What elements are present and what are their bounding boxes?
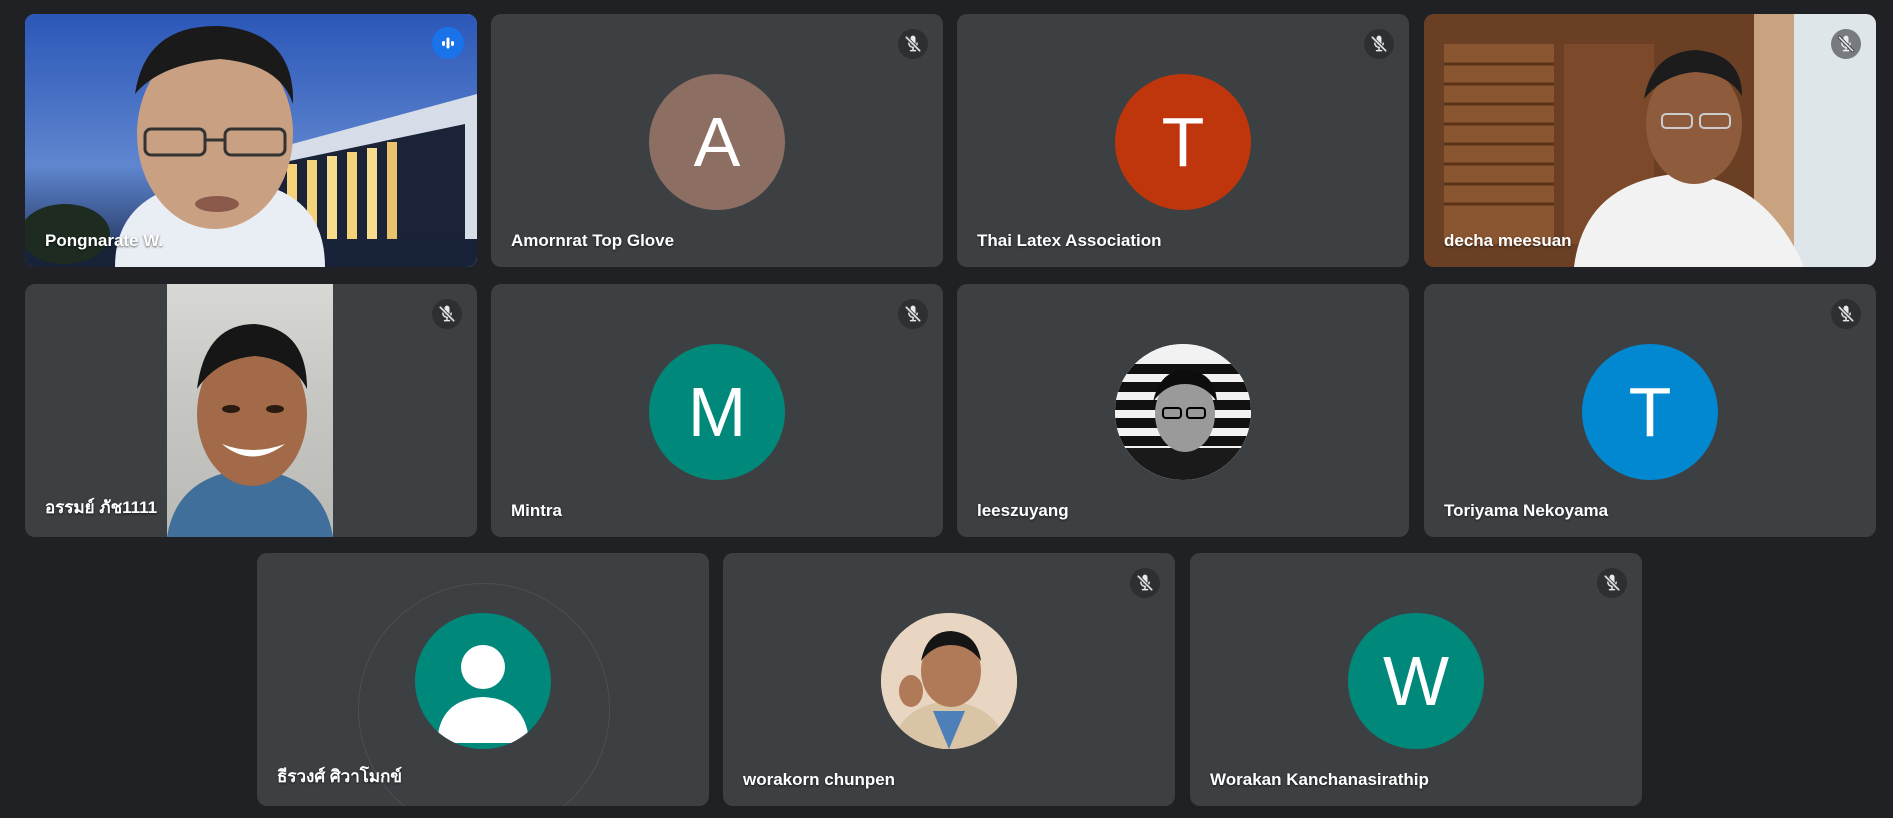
mic-off-icon xyxy=(1836,34,1856,54)
participant-video xyxy=(167,284,333,537)
participant-name: Toriyama Nekoyama xyxy=(1444,501,1609,520)
profile-photo xyxy=(881,613,1017,749)
participant-name: leeszuyang xyxy=(977,501,1069,520)
participant-name: decha meesuan xyxy=(1444,231,1572,250)
participant-video xyxy=(1424,14,1876,267)
avatar-initial: T xyxy=(1628,373,1672,451)
avatar: T xyxy=(1115,74,1251,210)
participant-tile-teerawong[interactable]: ธีรวงศ์ ศิวาโมกข์ xyxy=(257,553,709,806)
participant-tile-worakorn[interactable]: worakorn chunpen xyxy=(723,553,1175,806)
participant-tile-worakan[interactable]: W Worakan Kanchanasirathip xyxy=(1190,553,1642,806)
mute-indicator xyxy=(1130,568,1160,598)
participant-name: worakorn chunpen xyxy=(743,770,896,789)
avatar-initial: T xyxy=(1161,103,1205,181)
participant-tile-leeszuyang[interactable]: leeszuyang xyxy=(957,284,1409,537)
mic-off-icon xyxy=(1369,34,1389,54)
participant-name: Thai Latex Association xyxy=(977,231,1162,250)
mute-indicator xyxy=(432,299,462,329)
profile-photo xyxy=(1115,344,1251,480)
mute-indicator xyxy=(1364,29,1394,59)
participant-tile-anrom[interactable]: อรรมย์ ภัช1111 xyxy=(25,284,477,537)
mic-off-icon xyxy=(903,304,923,324)
mute-indicator xyxy=(1831,29,1861,59)
mic-off-icon xyxy=(437,304,457,324)
participant-name: อรรมย์ ภัช1111 xyxy=(45,498,158,517)
participant-name: ธีรวงศ์ ศิวาโมกข์ xyxy=(277,767,403,786)
participant-name: Amornrat Top Glove xyxy=(511,231,675,250)
participant-tile-pongnarate[interactable]: Pongnarate W. xyxy=(25,14,477,267)
mic-off-icon xyxy=(1135,573,1155,593)
mic-off-icon xyxy=(1836,304,1856,324)
audio-bars-icon xyxy=(442,37,454,49)
mute-indicator xyxy=(898,29,928,59)
participant-name: Mintra xyxy=(511,501,562,520)
participant-name: Worakan Kanchanasirathip xyxy=(1210,770,1429,789)
participant-tile-thai-latex[interactable]: T Thai Latex Association xyxy=(957,14,1409,267)
avatar: A xyxy=(649,74,785,210)
avatar: M xyxy=(649,344,785,480)
mute-indicator xyxy=(898,299,928,329)
participant-video xyxy=(25,14,477,267)
participant-tile-amornrat[interactable]: A Amornrat Top Glove xyxy=(491,14,943,267)
mute-indicator xyxy=(1831,299,1861,329)
avatar-initial: M xyxy=(687,373,747,451)
mic-off-icon xyxy=(1602,573,1622,593)
participant-name: Pongnarate W. xyxy=(45,231,164,250)
mute-indicator xyxy=(1597,568,1627,598)
avatar xyxy=(881,613,1017,749)
participant-tile-mintra[interactable]: M Mintra xyxy=(491,284,943,537)
avatar xyxy=(415,613,551,749)
avatar: T xyxy=(1582,344,1718,480)
avatar: W xyxy=(1348,613,1484,749)
avatar-initial: W xyxy=(1382,642,1450,720)
avatar-initial: A xyxy=(693,103,741,181)
avatar xyxy=(1115,344,1251,480)
participant-tile-decha[interactable]: decha meesuan xyxy=(1424,14,1876,267)
participant-tile-toriyama[interactable]: T Toriyama Nekoyama xyxy=(1424,284,1876,537)
person-icon xyxy=(437,645,529,743)
mic-off-icon xyxy=(903,34,923,54)
speaking-indicator xyxy=(432,27,464,59)
